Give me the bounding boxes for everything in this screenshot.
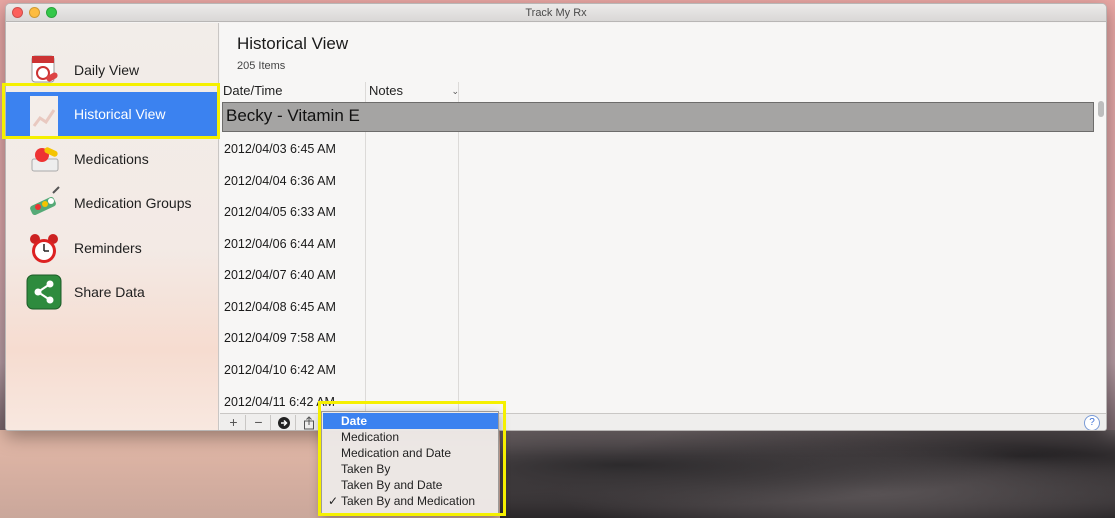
- calendar-pill-icon: [26, 52, 62, 88]
- sidebar-item-label: Daily View: [74, 62, 140, 78]
- pills-icon: [26, 141, 62, 177]
- sidebar-item-medication-groups[interactable]: Medication Groups: [6, 181, 219, 225]
- page-title: Historical View: [237, 34, 349, 53]
- sidebar-item-historical-view[interactable]: Historical View: [6, 92, 219, 136]
- sidebar: Daily View Historical View Medications M…: [6, 23, 219, 430]
- window-title: Track My Rx: [525, 7, 587, 19]
- table-row[interactable]: 2012/04/11 6:42 AM: [224, 395, 335, 409]
- column-divider[interactable]: [365, 82, 366, 416]
- sidebar-item-share-data[interactable]: Share Data: [6, 270, 219, 314]
- table-row[interactable]: 2012/04/03 6:45 AM: [224, 142, 336, 156]
- group-header-label: Becky - Vitamin E: [226, 106, 360, 125]
- table-row[interactable]: 2012/04/06 6:44 AM: [224, 237, 336, 251]
- table-row[interactable]: 2012/04/08 6:45 AM: [224, 300, 336, 314]
- add-button[interactable]: +: [222, 415, 246, 430]
- menu-item-date[interactable]: Date: [323, 413, 498, 429]
- remove-button[interactable]: −: [247, 415, 271, 430]
- menu-item-medication[interactable]: Medication: [323, 429, 498, 445]
- table-row[interactable]: 2012/04/07 6:40 AM: [224, 268, 336, 282]
- sidebar-item-reminders[interactable]: Reminders: [6, 226, 219, 270]
- sort-menu: Date Medication Medication and Date Take…: [321, 411, 499, 514]
- arrow-circle-icon: [277, 417, 290, 429]
- menu-item-taken-by-and-medication[interactable]: ✓ Taken By and Medication: [323, 493, 498, 509]
- table-row[interactable]: 2012/04/05 6:33 AM: [224, 205, 336, 219]
- column-header-label: Notes: [369, 83, 403, 98]
- alarm-clock-icon: [26, 230, 62, 266]
- help-button[interactable]: ?: [1084, 415, 1100, 430]
- share-icon: [26, 274, 62, 310]
- sidebar-item-label: Historical View: [74, 106, 166, 122]
- table-row[interactable]: 2012/04/10 6:42 AM: [224, 363, 336, 377]
- sidebar-item-label: Medication Groups: [74, 195, 192, 211]
- desktop-background-rock: [500, 430, 1115, 518]
- pill-groups-icon: [26, 185, 62, 221]
- sidebar-item-label: Share Data: [74, 284, 145, 300]
- minimize-window-button[interactable]: [29, 7, 40, 18]
- sidebar-item-medications[interactable]: Medications: [6, 137, 219, 181]
- menu-item-taken-by[interactable]: Taken By: [323, 461, 498, 477]
- menu-item-taken-by-and-date[interactable]: Taken By and Date: [323, 477, 498, 493]
- main-panel: Historical View 205 Items Date/Time Note…: [220, 23, 1106, 430]
- group-header-row[interactable]: Becky - Vitamin E: [222, 102, 1094, 132]
- checkmark-icon: ✓: [328, 494, 339, 508]
- zoom-window-button[interactable]: [46, 7, 57, 18]
- title-bar: Track My Rx: [6, 4, 1106, 22]
- app-window: Track My Rx Daily View Historical View M…: [5, 3, 1107, 431]
- table-row[interactable]: 2012/04/09 7:58 AM: [224, 331, 336, 345]
- sidebar-item-daily-view[interactable]: Daily View: [6, 48, 219, 92]
- go-arrow-button[interactable]: [272, 415, 296, 430]
- item-count: 205 Items: [237, 60, 286, 72]
- menu-item-label: Taken By and Medication: [341, 494, 476, 508]
- sidebar-item-label: Medications: [74, 151, 149, 167]
- sidebar-item-label: Reminders: [74, 240, 142, 256]
- menu-item-medication-and-date[interactable]: Medication and Date: [323, 445, 498, 461]
- column-header-notes[interactable]: Notes ⌄: [369, 82, 459, 100]
- table-row[interactable]: 2012/04/04 6:36 AM: [224, 174, 336, 188]
- column-header-date[interactable]: Date/Time: [223, 82, 282, 100]
- history-notebook-icon: [26, 96, 62, 136]
- close-window-button[interactable]: [12, 7, 23, 18]
- column-divider[interactable]: [458, 82, 459, 416]
- vertical-scrollbar[interactable]: [1098, 101, 1104, 117]
- window-controls: [12, 7, 57, 18]
- share-button[interactable]: [297, 415, 321, 430]
- share-arrow-icon: [303, 416, 314, 430]
